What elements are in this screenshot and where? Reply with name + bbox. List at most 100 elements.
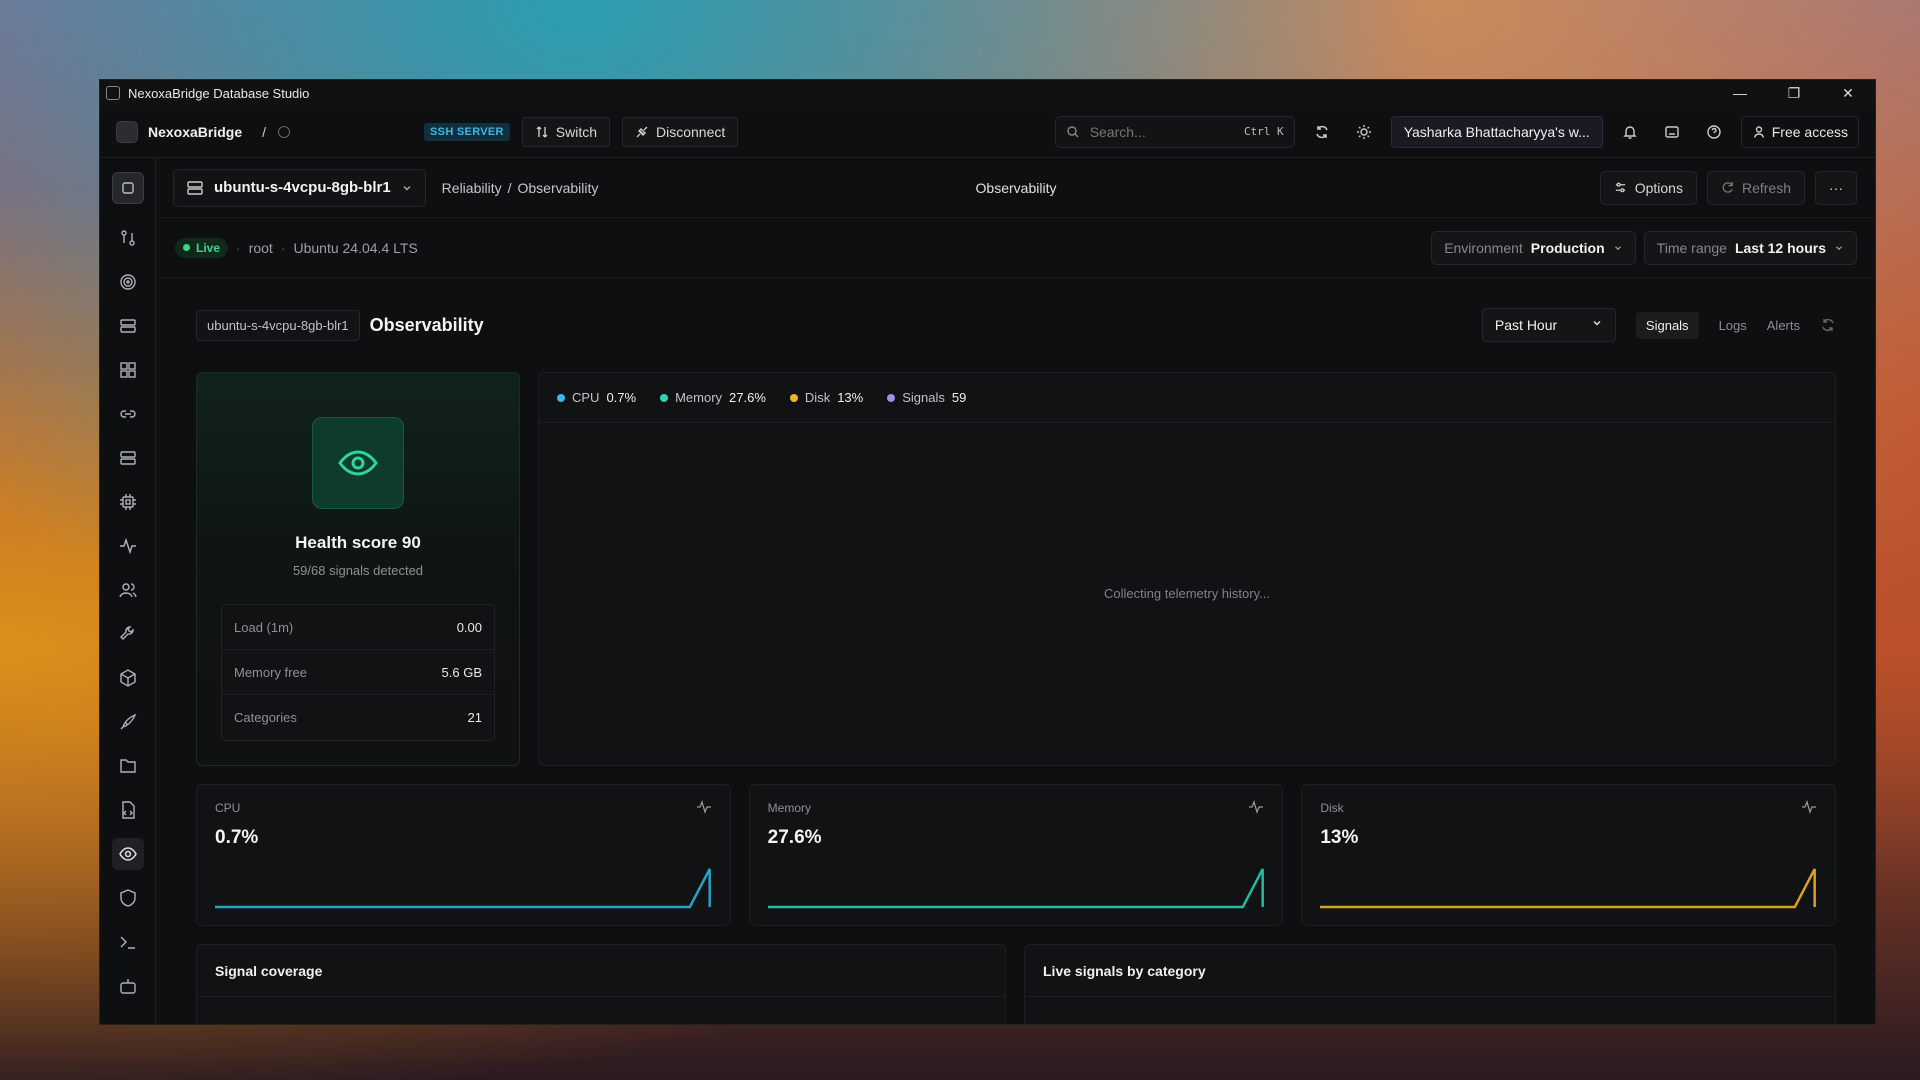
breadcrumb-reliability[interactable]: Reliability xyxy=(442,180,502,196)
ssh-user: root xyxy=(248,239,273,256)
sidebar-wrench-icon[interactable] xyxy=(112,618,144,650)
sidebar-folder-icon[interactable] xyxy=(112,750,144,782)
sliders-icon xyxy=(1615,182,1625,193)
sidebar-logo-icon[interactable] xyxy=(111,172,144,204)
refresh-button[interactable]: Refresh xyxy=(1706,170,1805,205)
window-title: NexoxaBridge Database Studio xyxy=(128,85,310,101)
restore-icon[interactable]: ❐ xyxy=(1767,80,1821,106)
legend-label: Disk xyxy=(804,390,831,405)
legend-value: 27.6% xyxy=(729,390,766,405)
sidebar-database-icon[interactable] xyxy=(112,442,144,474)
sidebar-cpu-icon[interactable] xyxy=(112,486,144,518)
legend-memory[interactable]: Memory 27.6% xyxy=(660,390,766,405)
health-score: Health score 90 xyxy=(295,533,421,552)
tab-logs[interactable]: Logs xyxy=(1719,318,1747,333)
signal-coverage-panel: Signal coverage xyxy=(196,944,1006,1024)
breadcrumb: Reliability / Observability xyxy=(442,180,599,196)
path-separator: / xyxy=(262,123,267,140)
eye-icon xyxy=(312,417,404,509)
observability-title: Observability xyxy=(369,314,484,335)
sidebar-server-icon[interactable] xyxy=(112,310,144,342)
legend-signals[interactable]: Signals 59 xyxy=(887,390,966,405)
legend-label: Signals xyxy=(902,390,945,405)
search-placeholder: Search... xyxy=(1089,123,1146,140)
theme-sun-icon[interactable] xyxy=(1349,117,1379,147)
sidebar-activity-icon[interactable] xyxy=(112,530,144,562)
legend-disk[interactable]: Disk 13% xyxy=(789,390,863,405)
tab-signals[interactable]: Signals xyxy=(1635,311,1699,339)
options-label: Options xyxy=(1634,179,1683,196)
health-card: Health score 90 59/68 signals detected L… xyxy=(196,372,520,766)
signals-detected: 59/68 signals detected xyxy=(292,563,424,578)
status-row: Live · root · Ubuntu 24.04.4 LTS Environ… xyxy=(157,218,1875,278)
environment-key: Environment xyxy=(1444,239,1523,256)
keyboard-icon[interactable] xyxy=(1657,117,1687,147)
sidebar-radar-icon[interactable] xyxy=(112,266,144,298)
activity-icon xyxy=(1802,800,1817,814)
help-icon[interactable] xyxy=(1699,117,1729,147)
more-options-button[interactable]: ··· xyxy=(1815,170,1857,205)
time-range-value: Last 12 hours xyxy=(1734,239,1826,256)
environment-select[interactable]: Environment Production xyxy=(1431,230,1636,265)
server-icon xyxy=(187,180,203,195)
sidebar-grid-icon[interactable] xyxy=(112,354,144,386)
sidebar-file-code-icon[interactable] xyxy=(112,794,144,826)
disconnect-button[interactable]: Disconnect xyxy=(622,116,739,147)
chevron-down-icon xyxy=(1593,320,1601,326)
time-range-key: Time range xyxy=(1656,239,1727,256)
card-label: CPU xyxy=(215,801,241,815)
breadcrumb-separator: / xyxy=(507,179,512,196)
top-bar: NexoxaBridge / SSH SERVER Switch Disconn… xyxy=(100,106,1875,158)
sidebar-rocket-icon[interactable] xyxy=(112,706,144,738)
legend-value: 59 xyxy=(951,390,967,405)
live-dot-icon xyxy=(183,244,190,251)
telemetry-panel: CPU 0.7% Memory 27.6% Disk 13% Signals 59 Co… xyxy=(538,372,1836,766)
minimize-icon[interactable]: — xyxy=(1713,80,1767,106)
telemetry-legend: CPU 0.7% Memory 27.6% Disk 13% Signals 59 xyxy=(539,373,1835,423)
legend-label: CPU xyxy=(572,390,600,405)
sidebar-git-compare-icon[interactable] xyxy=(112,222,144,254)
free-access-button[interactable]: Free access xyxy=(1740,115,1859,148)
server-selector[interactable]: ubuntu-s-4vcpu-8gb-blr1 xyxy=(173,168,426,207)
legend-cpu[interactable]: CPU 0.7% xyxy=(557,390,636,405)
brand-logo-icon xyxy=(116,120,138,143)
sidebar-users-icon[interactable] xyxy=(112,574,144,606)
legend-label: Memory xyxy=(675,390,723,405)
server-name: ubuntu-s-4vcpu-8gb-blr1 xyxy=(214,179,391,196)
search-input[interactable]: Search... Ctrl K xyxy=(1054,115,1295,148)
sparkline xyxy=(215,868,711,909)
environment-value: Production xyxy=(1530,239,1605,256)
metric-label: Load (1m) xyxy=(234,619,294,635)
brand[interactable]: NexoxaBridge xyxy=(116,120,242,143)
sync-icon[interactable] xyxy=(1307,117,1337,147)
close-icon[interactable]: ✕ xyxy=(1821,80,1875,106)
workspace-selector[interactable]: Yasharka Bhattacharyya's w... xyxy=(1390,115,1603,148)
sidebar-terminal-icon[interactable] xyxy=(112,926,144,958)
sidebar-bot-icon[interactable] xyxy=(112,970,144,1002)
cpu-card: CPU 0.7% xyxy=(196,784,731,926)
tab-alerts[interactable]: Alerts xyxy=(1767,318,1800,333)
options-button[interactable]: Options xyxy=(1599,170,1697,205)
ssh-server-badge: SSH SERVER xyxy=(424,122,510,141)
list-item: Memory free 5.6 GB xyxy=(222,650,494,695)
sidebar-link-icon[interactable] xyxy=(112,398,144,430)
live-signals-panel: Live signals by category xyxy=(1024,944,1836,1024)
observability-header: ubuntu-s-4vcpu-8gb-blr1 Observability Pa… xyxy=(196,278,1836,372)
period-select[interactable]: Past Hour xyxy=(1481,308,1616,342)
activity-icon xyxy=(1249,800,1264,814)
breadcrumb-observability[interactable]: Observability xyxy=(517,180,598,196)
legend-dot-icon xyxy=(789,393,798,402)
sidebar xyxy=(100,158,156,1024)
reload-icon[interactable] xyxy=(1820,317,1836,333)
sidebar-shield-icon[interactable] xyxy=(112,882,144,914)
time-range-select[interactable]: Time range Last 12 hours xyxy=(1643,230,1857,265)
sidebar-eye-icon[interactable] xyxy=(111,838,144,870)
bell-icon[interactable] xyxy=(1615,117,1645,147)
refresh-icon xyxy=(1722,181,1733,193)
disconnect-label: Disconnect xyxy=(656,123,726,140)
sidebar-package-icon[interactable] xyxy=(112,662,144,694)
metric-value: 0.00 xyxy=(456,619,482,635)
switch-button[interactable]: Switch xyxy=(521,116,610,147)
search-icon xyxy=(1066,125,1079,137)
metric-label: Memory free xyxy=(234,664,307,680)
